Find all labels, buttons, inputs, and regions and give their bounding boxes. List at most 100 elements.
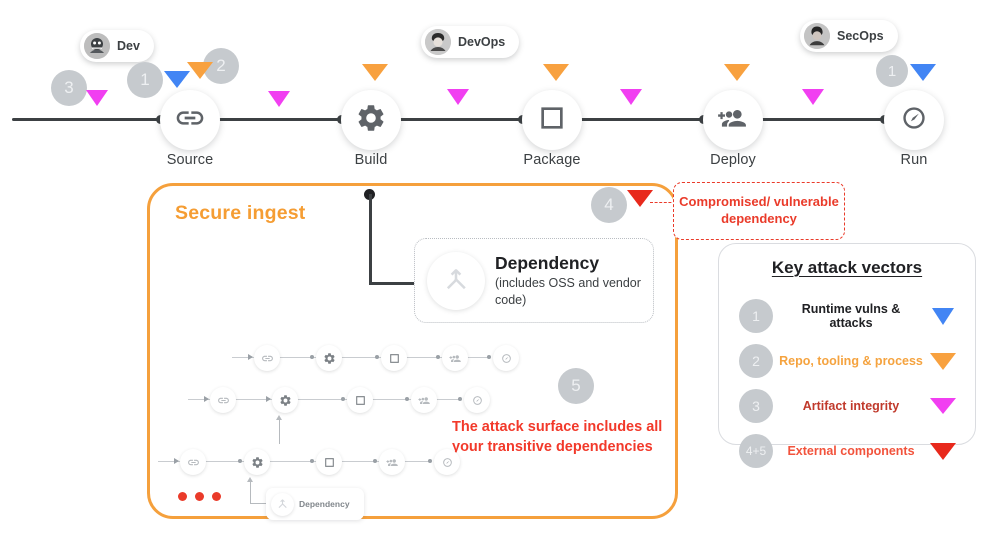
- persona-name: SecOps: [837, 29, 884, 43]
- callout-text: Compromised/ vulnerable dependency: [679, 194, 839, 226]
- pipeline-label-run: Run: [900, 152, 928, 168]
- persona-chip-devops[interactable]: DevOps: [421, 26, 520, 58]
- diagram-canvas: Source Build Package Deploy Run Dev DevO…: [0, 0, 1000, 549]
- legend-marker: [929, 442, 957, 460]
- legend-row-external[interactable]: 4+5 External components: [739, 431, 957, 471]
- legend-marker: [929, 398, 957, 414]
- dependency-stem-arrow: [275, 415, 282, 420]
- dependency-stem: [278, 420, 280, 444]
- pipeline-track: [12, 118, 918, 121]
- attack-badge-1-source: 1: [127, 62, 163, 98]
- orange-triangle-icon: [724, 64, 750, 81]
- mini-add-people-icon: [442, 345, 468, 371]
- magenta-triangle-icon: [86, 90, 108, 106]
- legend-badge: 2: [739, 344, 773, 378]
- mini-pipeline-row-tail: [469, 345, 529, 371]
- mini-pipeline-row-tail: [438, 387, 498, 413]
- mini-gear-icon: [244, 449, 270, 475]
- compromised-dependency-callout: Compromised/ vulnerable dependency: [673, 182, 845, 240]
- blue-triangle-icon: [910, 64, 936, 81]
- mini-link-icon: [180, 449, 206, 475]
- dependency-card[interactable]: Dependency (includes OSS and vendor code…: [414, 238, 654, 323]
- legend-marker: [929, 307, 957, 325]
- legend-marker: [929, 352, 957, 370]
- attack-badge-4: 4: [591, 187, 627, 223]
- legend-badge: 4+5: [739, 434, 773, 468]
- dependency-card-subtitle: (includes OSS and vendor code): [495, 275, 641, 307]
- legend-row-repo[interactable]: 2 Repo, tooling & process: [739, 341, 957, 381]
- magenta-triangle-icon: [447, 89, 469, 105]
- key-attack-vectors-panel: Key attack vectors 1 Runtime vulns & att…: [718, 243, 976, 468]
- ellipsis-dot: [178, 492, 187, 501]
- pipeline-node-deploy[interactable]: [703, 90, 763, 150]
- gear-icon: [355, 102, 387, 139]
- orange-triangle-icon: [362, 64, 388, 81]
- pipeline-node-run[interactable]: [884, 90, 944, 150]
- legend-label: Artifact integrity: [802, 399, 900, 413]
- legend-row-artifact[interactable]: 3 Artifact integrity: [739, 386, 957, 426]
- red-triangle-icon: [930, 442, 956, 460]
- legend-title: Key attack vectors: [771, 258, 923, 277]
- dependency-connector-vertical: [369, 194, 372, 284]
- attack-badge-3: 3: [51, 70, 87, 106]
- mini-box-icon: [347, 387, 373, 413]
- mini-link-icon: [210, 387, 236, 413]
- ellipsis-dot: [212, 492, 221, 501]
- magenta-triangle-icon: [268, 91, 290, 107]
- legend-badge: 3: [739, 389, 773, 423]
- persona-chip-secops[interactable]: SecOps: [800, 20, 898, 52]
- dependency-card-title: Dependency: [495, 252, 600, 273]
- magenta-triangle-icon: [802, 89, 824, 105]
- legend-row-runtime[interactable]: 1 Runtime vulns & attacks: [739, 296, 957, 336]
- legend-label: Repo, tooling & process: [779, 354, 923, 368]
- attack-badge-5: 5: [558, 368, 594, 404]
- mini-add-people-icon: [379, 449, 405, 475]
- red-triangle-icon: [627, 190, 653, 207]
- attack-badge-1-run: 1: [876, 55, 908, 87]
- box-icon: [536, 102, 568, 139]
- secops-avatar: [804, 23, 830, 49]
- speedometer-icon: [898, 102, 930, 139]
- persona-chip-dev[interactable]: Dev: [80, 30, 154, 62]
- mini-box-icon: [381, 345, 407, 371]
- orange-triangle-icon: [187, 62, 213, 79]
- mini-add-people-icon: [411, 387, 437, 413]
- merge-arrow-icon: [427, 251, 485, 310]
- mini-box-icon: [316, 449, 342, 475]
- pipeline-label-build: Build: [354, 152, 388, 168]
- persona-name: DevOps: [458, 35, 506, 49]
- mini-gear-icon: [316, 345, 342, 371]
- magenta-triangle-icon: [620, 89, 642, 105]
- magenta-triangle-icon: [930, 398, 956, 414]
- dev-avatar: [84, 33, 110, 59]
- mini-speedometer-icon: [464, 387, 490, 413]
- pipeline-node-package[interactable]: [522, 90, 582, 150]
- orange-triangle-icon: [930, 352, 956, 370]
- legend-badge: 1: [739, 299, 773, 333]
- dependency-connector-horizontal: [369, 282, 417, 285]
- legend-label: External components: [787, 444, 915, 458]
- mini-pipeline-row: [188, 387, 448, 413]
- mini-speedometer-icon: [434, 449, 460, 475]
- orange-triangle-icon: [543, 64, 569, 81]
- mini-dependency-card[interactable]: Dependency: [266, 488, 364, 520]
- add-people-icon: [717, 102, 749, 139]
- pipeline-label-deploy: Deploy: [710, 152, 756, 168]
- pipeline-node-source[interactable]: [160, 90, 220, 150]
- mini-speedometer-icon: [493, 345, 519, 371]
- mini-gear-icon: [272, 387, 298, 413]
- dependency-stem-arrow: [247, 477, 253, 482]
- ellipsis-dot: [195, 492, 204, 501]
- mini-dependency-label: Dependency: [299, 499, 350, 509]
- pipeline-node-build[interactable]: [341, 90, 401, 150]
- secure-ingest-title: Secure ingest: [175, 202, 306, 224]
- persona-name: Dev: [117, 39, 140, 53]
- pipeline-label-source: Source: [166, 152, 214, 168]
- mini-pipeline-row-tail: [408, 449, 468, 475]
- devops-avatar: [425, 29, 451, 55]
- more-rows-ellipsis: [178, 492, 221, 501]
- attack-surface-note: The attack surface includes all your tra…: [452, 419, 663, 455]
- merge-arrow-icon: [271, 492, 294, 516]
- mini-pipeline-row: [232, 345, 482, 371]
- pipeline-label-package: Package: [523, 152, 581, 168]
